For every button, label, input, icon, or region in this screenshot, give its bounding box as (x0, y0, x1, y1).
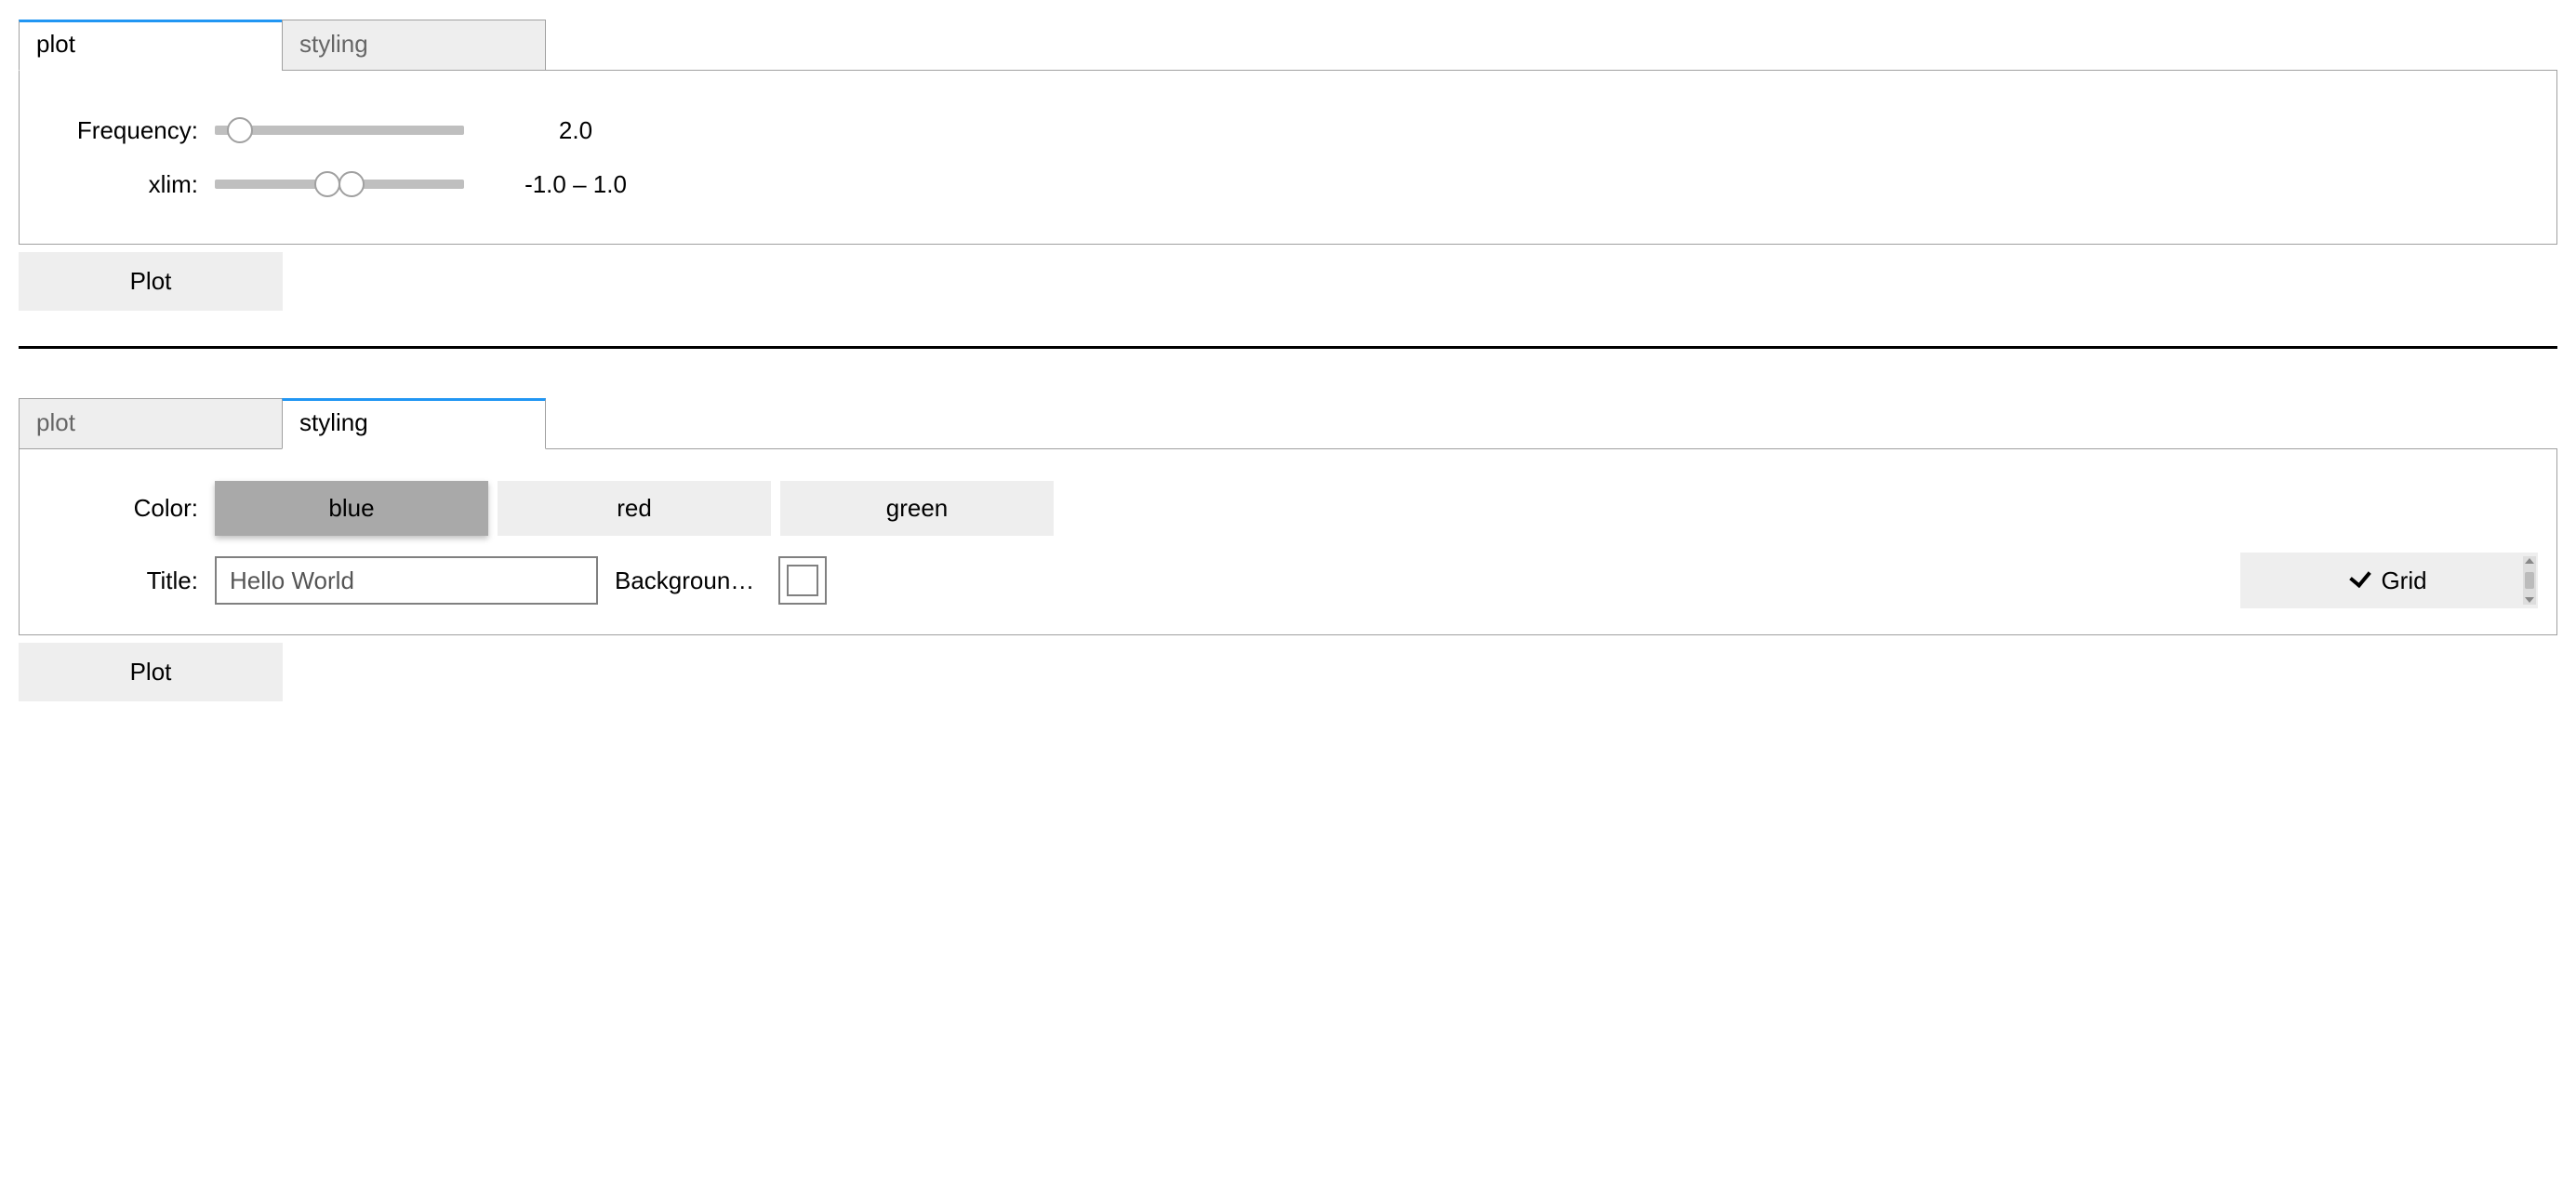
background-label: Backgroun… (615, 566, 773, 595)
frequency-value: 2.0 (501, 116, 650, 145)
grid-toggle[interactable]: Grid (2240, 553, 2538, 608)
scroll-thumb (2525, 572, 2534, 589)
tab-plot-2[interactable]: plot (19, 398, 283, 449)
tab-panel-plot: Frequency: 2.0 xlim: -1.0 – 1.0 (19, 70, 2557, 245)
xlim-label: xlim: (38, 170, 215, 199)
plot-button[interactable]: Plot (19, 252, 283, 311)
grid-select-scrollbar[interactable] (2523, 556, 2536, 605)
xlim-value: -1.0 – 1.0 (501, 170, 650, 199)
divider (19, 346, 2557, 349)
style-second-row: Title: Backgroun… Grid (38, 553, 2538, 608)
color-toggle-group: blue red green (215, 481, 1054, 536)
frequency-slider-thumb[interactable] (227, 117, 253, 143)
scroll-up-icon (2525, 558, 2534, 564)
background-color-swatch (787, 565, 818, 596)
panel-styling: plot styling Color: blue red green Title… (19, 397, 2557, 701)
scroll-down-icon (2525, 597, 2534, 603)
tab-styling-2[interactable]: styling (282, 398, 546, 449)
plot-button-2[interactable]: Plot (19, 643, 283, 701)
xlim-row: xlim: -1.0 – 1.0 (38, 162, 2538, 207)
tab-plot[interactable]: plot (19, 20, 283, 71)
panel-plot: plot styling Frequency: 2.0 xlim: -1.0 –… (19, 19, 2557, 311)
frequency-row: Frequency: 2.0 (38, 108, 2538, 153)
frequency-label: Frequency: (38, 116, 215, 145)
color-row: Color: blue red green (38, 481, 2538, 536)
title-label: Title: (38, 566, 215, 595)
xlim-slider[interactable] (215, 180, 464, 189)
xlim-slider-thumb-low[interactable] (314, 171, 340, 197)
color-option-blue[interactable]: blue (215, 481, 488, 536)
title-input[interactable] (215, 556, 598, 605)
color-option-green[interactable]: green (780, 481, 1054, 536)
tab-bar: plot styling (19, 19, 2557, 70)
tab-styling[interactable]: styling (282, 20, 546, 71)
frequency-slider[interactable] (215, 126, 464, 135)
tab-bar-2: plot styling (19, 397, 2557, 448)
xlim-slider-thumb-high[interactable] (339, 171, 365, 197)
grid-toggle-label: Grid (2381, 566, 2426, 595)
color-label: Color: (38, 494, 215, 523)
tab-panel-styling: Color: blue red green Title: Backgroun… … (19, 448, 2557, 635)
background-color-picker[interactable] (778, 556, 827, 605)
check-icon (2350, 566, 2372, 588)
color-option-red[interactable]: red (498, 481, 771, 536)
